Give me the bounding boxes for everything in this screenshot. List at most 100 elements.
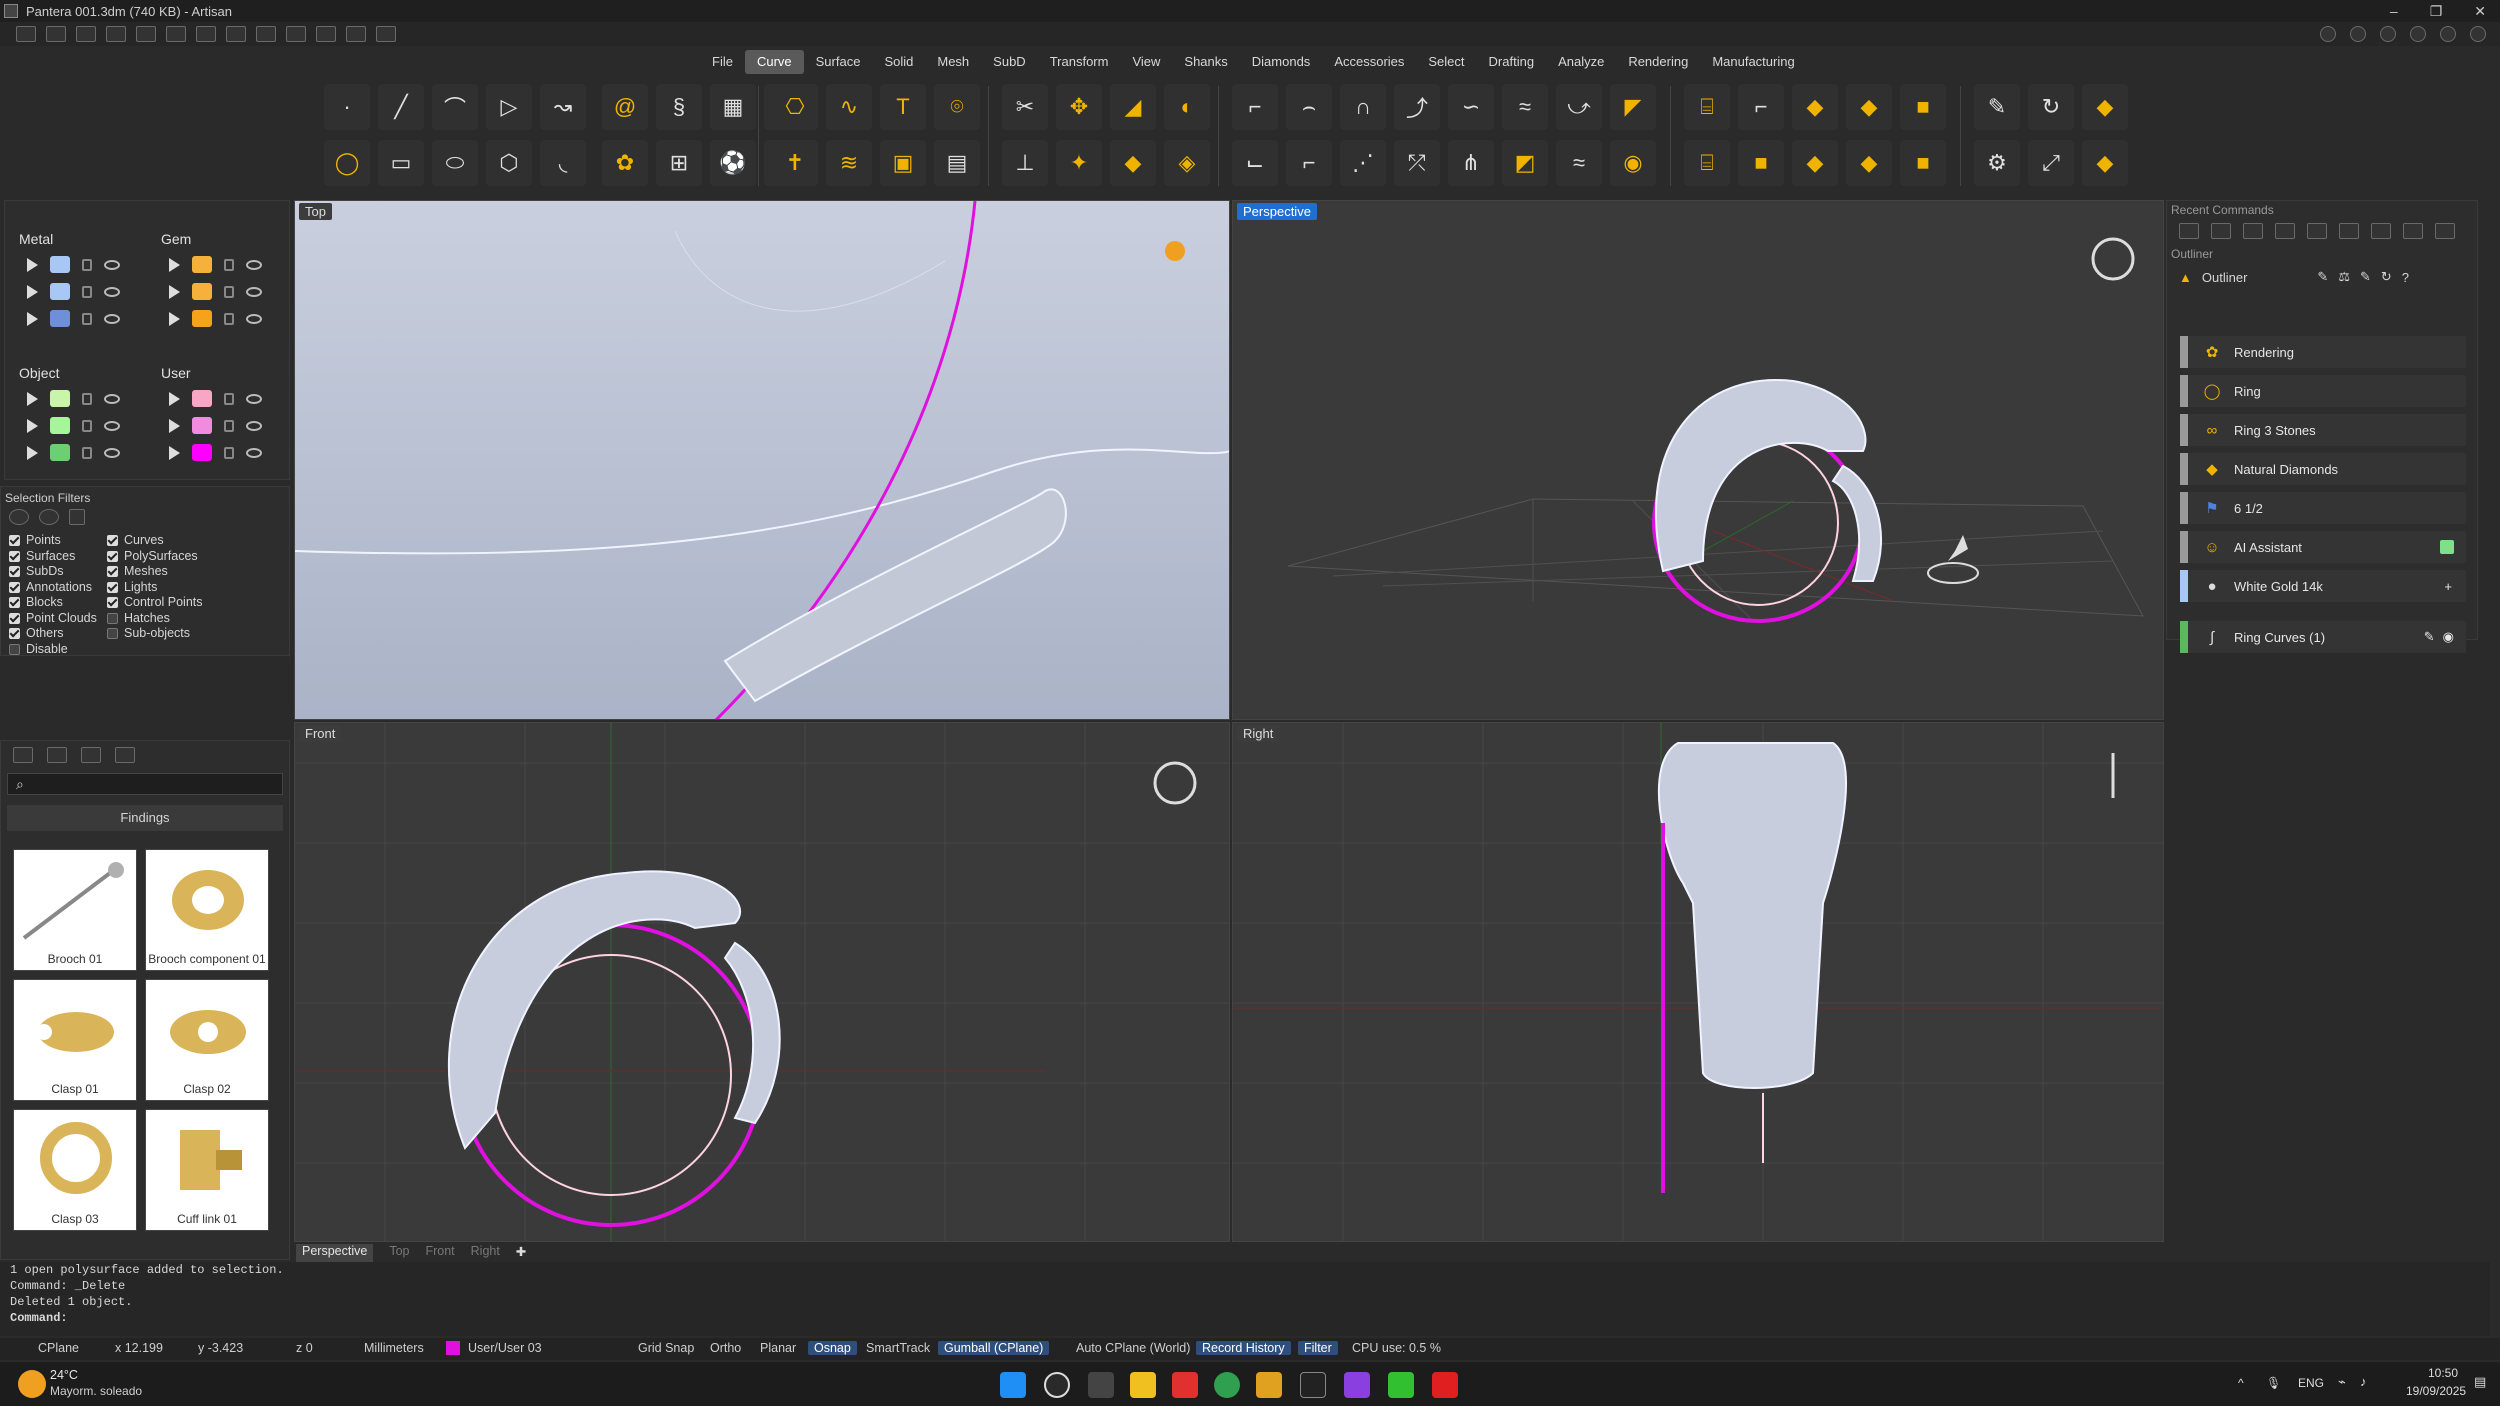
save-icon[interactable] (196, 26, 216, 42)
folder-icon[interactable] (1256, 1372, 1282, 1398)
cylinder-icon[interactable]: ⌸ (1684, 84, 1730, 130)
arc-icon[interactable]: ◟ (540, 140, 586, 186)
checkbox[interactable] (9, 628, 20, 640)
account-icon[interactable] (2410, 26, 2426, 42)
cross-icon[interactable]: ✝ (772, 140, 818, 186)
minimize-button[interactable]: – (2390, 0, 2398, 22)
hatch-icon[interactable]: ✿ (602, 140, 648, 186)
play-icon[interactable] (27, 311, 38, 326)
helix-icon[interactable]: § (656, 84, 702, 130)
figma-icon[interactable] (1344, 1372, 1370, 1398)
eye-icon[interactable] (104, 259, 120, 270)
network-icon[interactable]: ⌁ (2338, 1374, 2346, 1390)
split-icon[interactable]: ◢ (1110, 84, 1156, 130)
filter-points[interactable]: Points (9, 533, 97, 549)
lock-icon[interactable] (224, 258, 234, 271)
filter-toggle[interactable]: Filter (1298, 1341, 1338, 1355)
gem2-icon[interactable]: ◆ (1846, 84, 1892, 130)
checkbox[interactable] (9, 550, 20, 562)
object-swatch-2[interactable] (50, 417, 70, 434)
recent-move-icon[interactable] (2211, 223, 2231, 239)
edit-icon[interactable]: ✎ (2360, 269, 2371, 285)
lock-icon[interactable] (224, 312, 234, 325)
object-row[interactable] (11, 385, 147, 412)
tab-subd[interactable]: SubD (981, 50, 1038, 74)
tab-accessories[interactable]: Accessories (1322, 50, 1416, 74)
eye-icon[interactable] (246, 447, 262, 458)
play-icon[interactable] (169, 311, 180, 326)
blend-icon[interactable]: ⌢ (1286, 84, 1332, 130)
outliner-item-size[interactable]: ⚑ 6 1/2 (2180, 492, 2466, 524)
tab-select[interactable]: Select (1416, 50, 1476, 74)
text-icon[interactable]: T (880, 84, 926, 130)
play-icon[interactable] (27, 257, 38, 272)
recent-trim-icon[interactable] (2403, 223, 2423, 239)
checkbox[interactable] (107, 566, 118, 578)
filter-pick-icon[interactable] (69, 509, 85, 525)
filter-all-icon[interactable] (9, 509, 29, 525)
finding-cuff-link-01[interactable]: Cuff link 01 (145, 1109, 269, 1231)
metal-row[interactable] (11, 305, 147, 332)
user-swatch-3[interactable] (192, 444, 212, 461)
store-icon[interactable] (1172, 1372, 1198, 1398)
filter-control-points[interactable]: Control Points (107, 595, 203, 611)
recent-extend-icon[interactable] (2435, 223, 2455, 239)
finding-brooch-component-01[interactable]: Brooch component 01 (145, 849, 269, 971)
lattice-icon[interactable]: ⊞ (656, 140, 702, 186)
help-icon[interactable]: ? (2402, 270, 2409, 285)
snap-icon[interactable] (346, 26, 366, 42)
trim-icon[interactable]: ✂ (1002, 84, 1048, 130)
grid-snap-toggle[interactable]: Grid Snap (638, 1341, 694, 1355)
planar-toggle[interactable]: Planar (760, 1341, 796, 1355)
add-viewport-tab-icon[interactable]: ✚ (516, 1244, 526, 1262)
user-row[interactable] (153, 439, 289, 466)
outliner-item-ring-curves[interactable]: ∫ Ring Curves (1) ✎ ◉ (2180, 621, 2466, 653)
tab-file[interactable]: File (700, 50, 745, 74)
mic-icon[interactable]: 🎙 (2266, 1376, 2281, 1390)
gem-row[interactable] (153, 278, 289, 305)
cube2-icon[interactable]: ■ (1738, 140, 1784, 186)
transform-icon[interactable] (286, 26, 306, 42)
metal-row[interactable] (11, 278, 147, 305)
filter-others[interactable]: Others (9, 626, 97, 642)
filter-meshes[interactable]: Meshes (107, 564, 203, 580)
checkbox[interactable] (9, 643, 20, 655)
task-view-icon[interactable] (1088, 1372, 1114, 1398)
start-icon[interactable] (1000, 1372, 1026, 1398)
wave-icon[interactable]: ≋ (826, 140, 872, 186)
circle-icon[interactable]: ◯ (324, 140, 370, 186)
recent-gem-icon[interactable] (2275, 223, 2295, 239)
play-icon[interactable] (27, 391, 38, 406)
export-icon[interactable] (166, 26, 186, 42)
fillet-icon[interactable]: ◆ (1110, 140, 1156, 186)
checkbox[interactable] (9, 566, 20, 578)
recent-explode-icon[interactable] (2243, 223, 2263, 239)
osnap-toggle[interactable]: Osnap (808, 1341, 857, 1355)
recent-join-icon[interactable] (2339, 223, 2359, 239)
perspective-viewport-label[interactable]: Perspective (1237, 203, 1317, 220)
gear-view-icon[interactable]: ⚙ (1974, 140, 2020, 186)
corner2-icon[interactable]: ⌙ (1232, 140, 1278, 186)
gem-swatch-3[interactable] (192, 310, 212, 327)
right-viewport-label[interactable]: Right (1237, 725, 1280, 742)
language-indicator[interactable]: ENG (2298, 1376, 2324, 1390)
recent-cylinder-icon[interactable] (2307, 223, 2327, 239)
bend-icon[interactable]: ⤻ (1556, 84, 1602, 130)
close-button[interactable]: ✕ (2474, 0, 2486, 22)
measure-icon[interactable] (256, 26, 276, 42)
lock-icon[interactable] (224, 446, 234, 459)
fold2-icon[interactable]: ◆ (2082, 140, 2128, 186)
weather-icon[interactable] (18, 1370, 46, 1398)
chamfer-icon[interactable]: ◈ (1164, 140, 1210, 186)
refresh-icon[interactable]: ↻ (2028, 84, 2074, 130)
notification-icon[interactable]: ▤ (2474, 1374, 2486, 1390)
info-icon[interactable] (2350, 26, 2366, 42)
corner-icon[interactable]: ⌐ (1232, 84, 1278, 130)
undo-icon[interactable] (106, 26, 126, 42)
ortho-toggle[interactable]: Ortho (710, 1341, 741, 1355)
weather-text[interactable]: Mayorm. soleado (50, 1384, 142, 1398)
filter-surfaces[interactable]: Surfaces (9, 549, 97, 565)
gem-swatch-2[interactable] (192, 283, 212, 300)
refresh-icon[interactable]: ↻ (2381, 269, 2392, 285)
eye-icon[interactable] (246, 286, 262, 297)
